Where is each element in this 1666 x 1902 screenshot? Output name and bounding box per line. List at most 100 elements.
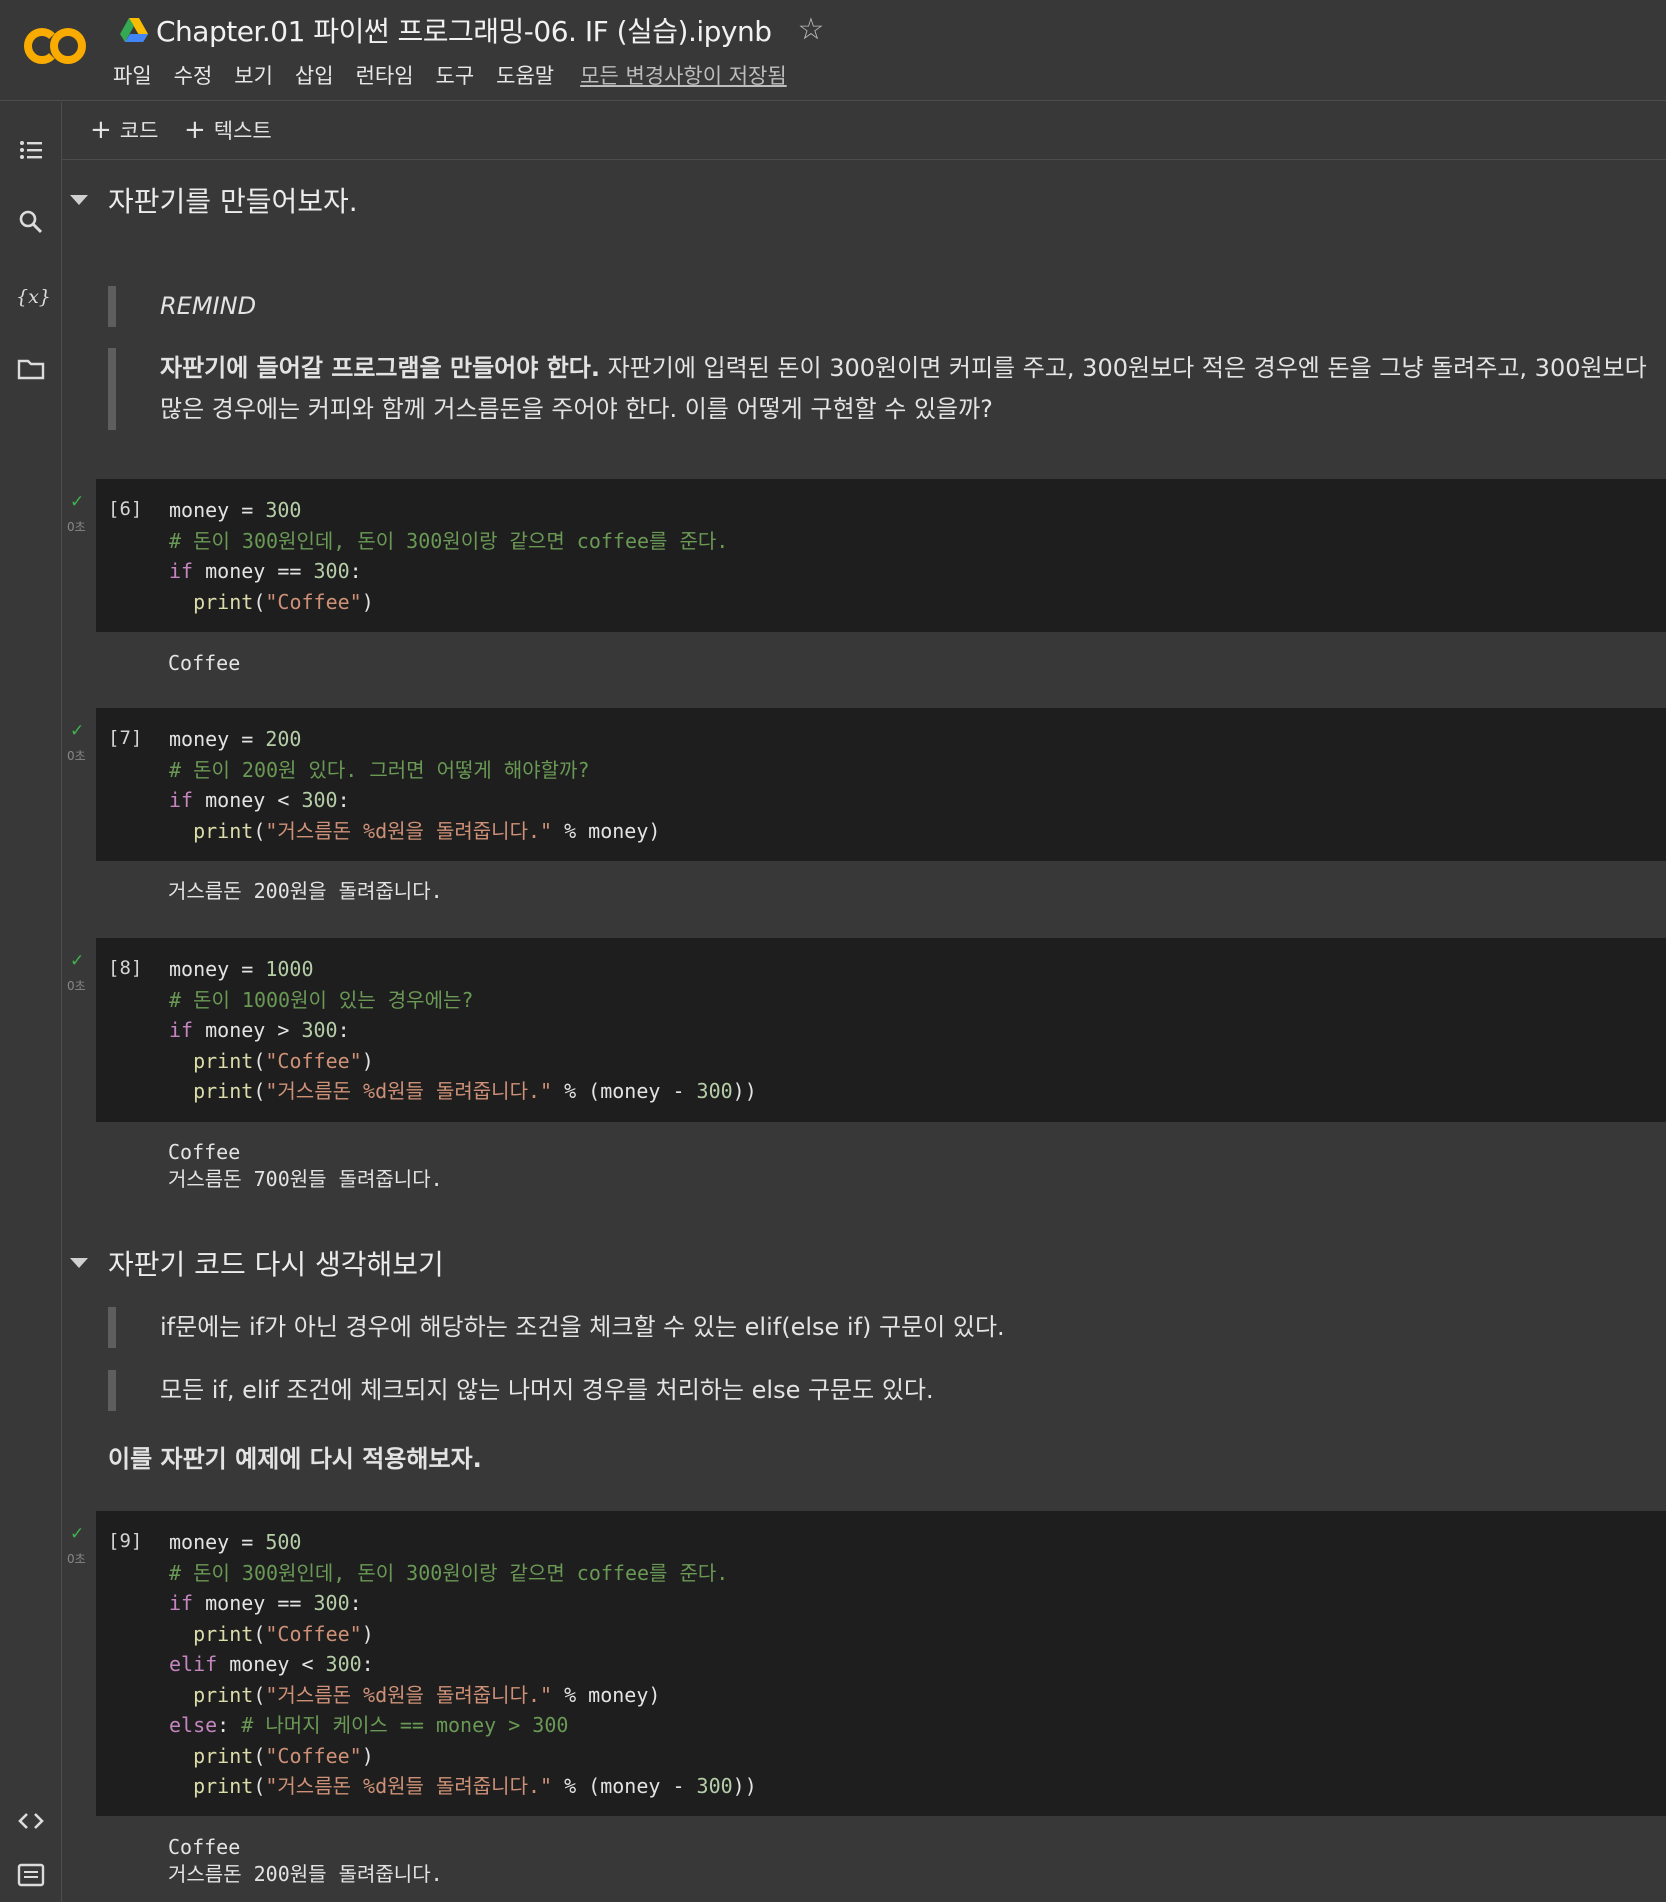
folder-icon[interactable] bbox=[16, 354, 46, 384]
code-token: money > bbox=[193, 1018, 302, 1042]
code-editor[interactable]: money = 200 # 돈이 200원 있다. 그러면 어떻게 해야할까? if… bbox=[169, 724, 660, 846]
menu-view[interactable]: 보기 bbox=[234, 60, 273, 90]
elif-blockquote: if문에는 if가 아닌 경우에 해당하는 조건을 체크할 수 있는 elif(… bbox=[108, 1307, 1005, 1348]
variables-icon[interactable]: {x} bbox=[16, 282, 51, 312]
output-line: Coffee bbox=[168, 651, 241, 675]
code-token: )) bbox=[732, 1079, 757, 1103]
star-icon[interactable]: ☆ bbox=[798, 15, 825, 45]
left-sidebar: {x} bbox=[0, 102, 62, 1902]
saved-status-link[interactable]: 모든 변경사항이 저장됨 bbox=[580, 60, 787, 90]
add-text-button[interactable]: + 텍스트 bbox=[184, 115, 272, 145]
code-token: ( bbox=[253, 1621, 266, 1646]
code-token: elif bbox=[169, 1652, 218, 1676]
output-line: 거스름돈 200원들 돌려줍니다. bbox=[168, 1862, 443, 1886]
code-token: "Coffee" bbox=[265, 1048, 362, 1073]
run-success-check-icon[interactable]: ✓ bbox=[70, 492, 84, 512]
code-line: elif money < 300: bbox=[169, 1649, 757, 1680]
code-line: print("거스름돈 %d원을 돌려줍니다." % money) bbox=[169, 816, 660, 847]
code-token: ( bbox=[253, 1048, 266, 1073]
collapse-caret-icon[interactable] bbox=[70, 1258, 88, 1268]
menu-edit[interactable]: 수정 bbox=[174, 60, 213, 90]
code-token: % (money - bbox=[552, 1774, 697, 1798]
code-token: print bbox=[193, 1079, 254, 1103]
menu-insert[interactable]: 삽입 bbox=[295, 60, 334, 90]
code-token: % (money - bbox=[552, 1079, 697, 1103]
code-line: print("거스름돈 %d원들 돌려줍니다." % (money - 300)… bbox=[169, 1076, 757, 1107]
code-token: print bbox=[193, 1621, 254, 1646]
code-token: 300 bbox=[696, 1774, 733, 1798]
colab-logo[interactable] bbox=[22, 24, 88, 68]
menu-runtime[interactable]: 런타임 bbox=[356, 60, 414, 90]
code-line: if money == 300: bbox=[169, 556, 728, 587]
cell-toolbar: + 코드 + 텍스트 bbox=[62, 102, 1666, 160]
code-token: : bbox=[337, 788, 350, 812]
menu-file[interactable]: 파일 bbox=[113, 60, 152, 90]
code-line: print("Coffee") bbox=[169, 1741, 757, 1772]
code-token: 200 bbox=[265, 727, 302, 751]
code-line: print("Coffee") bbox=[169, 587, 728, 618]
code-token: # 돈이 300원인데, 돈이 300원이랑 같으면 coffee를 준다. bbox=[169, 528, 729, 553]
code-token: )) bbox=[732, 1774, 757, 1798]
code-line: print("Coffee") bbox=[169, 1619, 757, 1650]
code-token: money = bbox=[169, 1530, 266, 1554]
code-token: "거스름돈 %d원을 돌려줍니다." bbox=[265, 818, 553, 843]
code-token: money == bbox=[193, 1591, 314, 1615]
terminal-icon[interactable] bbox=[16, 1860, 46, 1890]
menu-help[interactable]: 도움말 bbox=[496, 60, 554, 90]
run-success-check-icon[interactable]: ✓ bbox=[70, 721, 84, 741]
code-editor[interactable]: money = 1000 # 돈이 1000원이 있는 경우에는? if money… bbox=[169, 954, 757, 1107]
code-line: if money < 300: bbox=[169, 785, 660, 816]
code-token: "Coffee" bbox=[265, 1743, 362, 1768]
collapse-caret-icon[interactable] bbox=[70, 195, 88, 205]
menu-bar: 파일 수정 보기 삽입 런타임 도구 도움말 모든 변경사항이 저장됨 bbox=[113, 60, 809, 90]
code-token: 300 bbox=[325, 1652, 362, 1676]
code-line: money = 1000 bbox=[169, 954, 757, 985]
run-success-check-icon[interactable]: ✓ bbox=[70, 951, 84, 971]
code-token: ( bbox=[253, 1774, 266, 1798]
code-token: print bbox=[193, 589, 254, 614]
notebook-title[interactable]: Chapter.01 파이썬 프로그래밍-06. IF (실습).ipynb bbox=[156, 10, 772, 50]
code-token: if bbox=[169, 788, 194, 812]
output-line: Coffee bbox=[168, 1140, 241, 1164]
run-success-check-icon[interactable]: ✓ bbox=[70, 1524, 84, 1544]
description-blockquote: 자판기에 들어갈 프로그램을 만들어야 한다. 자판기에 입력된 돈이 300원… bbox=[108, 348, 1647, 430]
remind-blockquote: REMIND bbox=[108, 286, 256, 327]
code-token: if bbox=[169, 559, 194, 583]
code-token: : bbox=[337, 1018, 350, 1042]
search-icon[interactable] bbox=[16, 207, 46, 237]
code-token: if bbox=[169, 1591, 194, 1615]
section-heading: 자판기를 만들어보자. bbox=[70, 180, 358, 220]
code-token: ( bbox=[253, 589, 266, 614]
code-token: 300 bbox=[301, 788, 338, 812]
code-line: print("거스름돈 %d원들 돌려줍니다." % (money - 300)… bbox=[169, 1771, 757, 1802]
section-heading: 자판기 코드 다시 생각해보기 bbox=[70, 1243, 444, 1283]
menu-tools[interactable]: 도구 bbox=[436, 60, 475, 90]
code-token: 1000 bbox=[265, 957, 314, 981]
code-editor[interactable]: money = 300 # 돈이 300원인데, 돈이 300원이랑 같으면 co… bbox=[169, 495, 728, 617]
code-token: money = bbox=[169, 727, 266, 751]
code-token: ) bbox=[361, 1621, 374, 1646]
cell-output: 거스름돈 200원을 돌려줍니다. bbox=[168, 878, 443, 905]
code-line: # 돈이 300원인데, 돈이 300원이랑 같으면 coffee를 준다. bbox=[169, 1558, 757, 1589]
else-blockquote: 모든 if, elif 조건에 체크되지 않는 나머지 경우를 처리하는 els… bbox=[108, 1370, 934, 1411]
code-token: ) bbox=[361, 1743, 374, 1768]
code-token: # 나머지 케이스 == money > 300 bbox=[241, 1713, 569, 1737]
table-of-contents-icon[interactable] bbox=[16, 135, 46, 165]
add-code-button[interactable]: + 코드 bbox=[90, 115, 158, 145]
code-token: else bbox=[169, 1713, 218, 1737]
plus-icon: + bbox=[184, 115, 206, 145]
code-line: # 돈이 1000원이 있는 경우에는? bbox=[169, 985, 757, 1016]
code-token: 300 bbox=[313, 1591, 350, 1615]
code-snippets-icon[interactable] bbox=[16, 1806, 46, 1836]
code-line: print("Coffee") bbox=[169, 1046, 757, 1077]
google-drive-icon[interactable] bbox=[120, 17, 148, 43]
code-token: # 돈이 200원 있다. 그러면 어떻게 해야할까? bbox=[169, 757, 590, 782]
code-token: # 돈이 300원인데, 돈이 300원이랑 같으면 coffee를 준다. bbox=[169, 1560, 729, 1585]
code-token: : bbox=[349, 559, 362, 583]
code-editor[interactable]: money = 500 # 돈이 300원인데, 돈이 300원이랑 같으면 co… bbox=[169, 1527, 757, 1802]
code-token: money < bbox=[217, 1652, 326, 1676]
code-token: : bbox=[361, 1652, 374, 1676]
code-token: money < bbox=[193, 788, 302, 812]
